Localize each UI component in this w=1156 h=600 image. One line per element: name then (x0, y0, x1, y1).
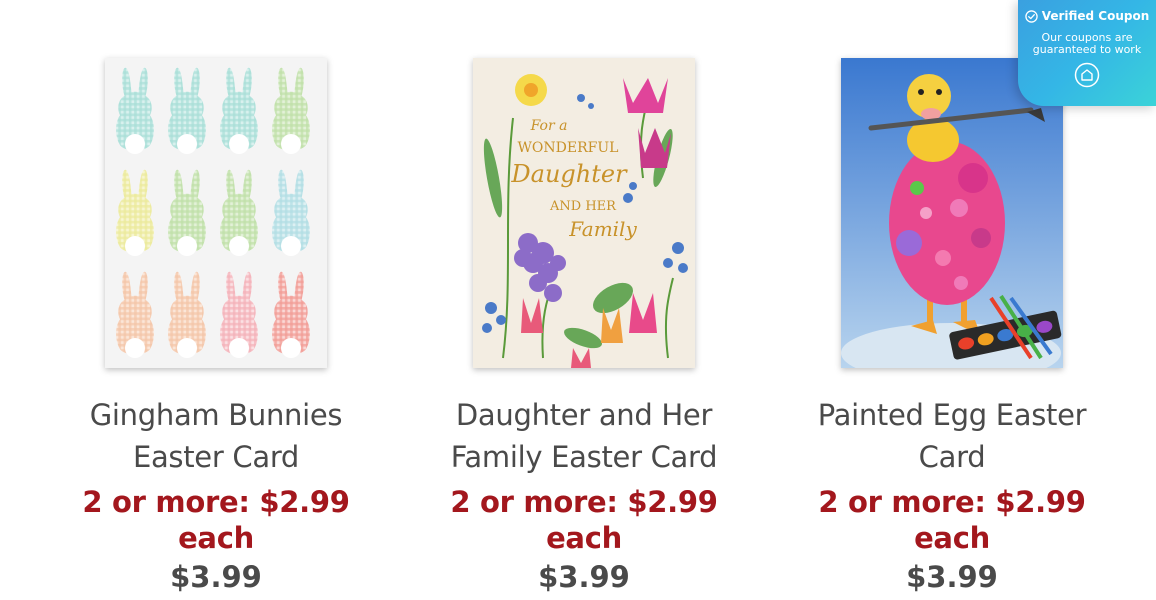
verified-coupon-title: Verified Coupon (1041, 9, 1150, 23)
check-circle-icon (1024, 9, 1038, 23)
card-text-family: Family (568, 217, 637, 241)
coupon-tag-icon (1074, 62, 1100, 88)
floral-daughter-illustration: For a WONDERFUL Daughter AND HER Family (473, 58, 695, 368)
product-title-line: Card (918, 440, 986, 474)
product-title-line: Family Easter Card (450, 440, 718, 474)
product-grid: Gingham Bunnies Easter Card 2 or more: $… (0, 0, 1156, 600)
multi-buy-promo: 2 or more: $2.99 each (818, 485, 1086, 555)
product-image-painted-egg[interactable] (841, 58, 1063, 368)
card-text-for-a: For a (530, 118, 568, 134)
card-text-wonderful: WONDERFUL (518, 140, 619, 156)
verified-coupon-badge[interactable]: Verified Coupon Our coupons are guarante… (1018, 0, 1156, 106)
product-card: For a WONDERFUL Daughter AND HER Family … (414, 58, 754, 598)
card-text-and-her: AND HER (549, 199, 617, 214)
product-title-line: Easter Card (132, 440, 300, 474)
multi-buy-promo: 2 or more: $2.99 each (450, 485, 718, 555)
product-card: Gingham Bunnies Easter Card 2 or more: $… (46, 58, 386, 598)
product-price: $3.99 (170, 560, 262, 594)
verified-coupon-subtitle-line: guaranteed to work (1032, 43, 1142, 56)
product-title[interactable]: Painted Egg Easter Card (782, 394, 1122, 478)
multi-buy-promo: 2 or more: $2.99 each (82, 485, 350, 555)
painted-egg-illustration (841, 58, 1063, 368)
product-title[interactable]: Daughter and Her Family Easter Card (414, 394, 754, 478)
product-title-line: Painted Egg Easter (817, 398, 1087, 432)
gingham-bunnies-illustration (105, 58, 327, 368)
product-card: Painted Egg Easter Card 2 or more: $2.99… (782, 58, 1122, 598)
product-price: $3.99 (538, 560, 630, 594)
product-image-gingham-bunnies[interactable] (105, 58, 327, 368)
verified-coupon-subtitle: Our coupons are guaranteed to work (1018, 32, 1156, 56)
product-title-line: Daughter and Her (455, 398, 713, 432)
product-title-line: Gingham Bunnies (89, 398, 343, 432)
verified-coupon-header: Verified Coupon (1018, 9, 1156, 23)
product-image-daughter-family[interactable]: For a WONDERFUL Daughter AND HER Family (473, 58, 695, 368)
page: Gingham Bunnies Easter Card 2 or more: $… (0, 0, 1156, 600)
product-title[interactable]: Gingham Bunnies Easter Card (46, 394, 386, 478)
card-text-daughter: Daughter (510, 160, 628, 188)
product-price: $3.99 (906, 560, 998, 594)
